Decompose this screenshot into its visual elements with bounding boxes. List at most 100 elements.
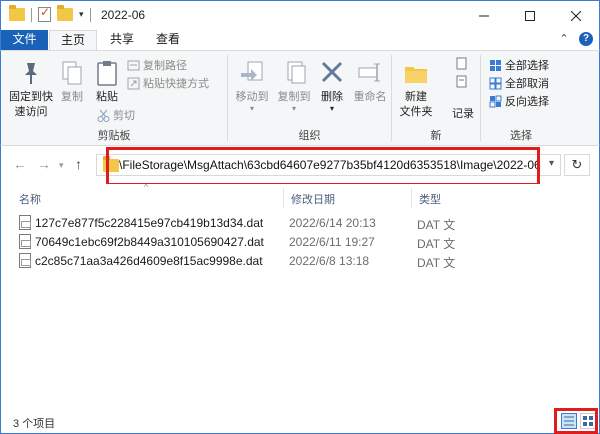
new-folder-icon [403,59,429,87]
delete-label: 删除 [321,91,343,103]
new-item-icon [455,57,468,70]
move-to-label: 移动到 [235,91,269,103]
rename-button[interactable]: 重命名 [350,59,390,105]
pin-label-line1: 固定到快 [9,91,53,103]
invert-selection-button[interactable]: 反向选择 [489,93,549,109]
invert-selection-label: 反向选择 [505,96,549,108]
address-bar[interactable]: \FileStorage\MsgAttach\63cbd64607e9277b3… [96,154,561,176]
paste-button[interactable]: 粘贴 [91,59,123,105]
copy-to-label: 复制到 [277,91,311,103]
folder-icon [103,156,119,172]
copy-path-label: 复制路径 [143,60,187,72]
file-row[interactable]: c2c85c71aa3a426d4609e8f15ac9998e.dat 202… [11,251,591,271]
column-type-label: 类型 [419,194,441,206]
quick-access-toolbar: ▾ [9,5,91,22]
select-all-label: 全部选择 [505,60,549,72]
folder-icon [9,5,25,21]
dat-file-icon [19,234,31,249]
maximize-button[interactable] [507,1,553,30]
new-item-button[interactable] [444,57,478,75]
tab-file[interactable]: 文件 [1,30,48,50]
column-divider [411,188,412,208]
rename-icon [357,59,383,87]
window-title: 2022-06 [101,8,146,22]
copy-to-icon [281,59,307,87]
copy-to-button[interactable]: 复制到 ▾ [274,59,314,113]
file-row[interactable]: 127c7e877f5c228415e97cb419b13d34.dat 202… [11,213,591,233]
file-row[interactable]: 70649c1ebc69f2b8449a310105690427.dat 202… [11,232,591,252]
file-name: c2c85c71aa3a426d4609e8f15ac9998e.dat [35,254,263,268]
cut-label: 剪切 [113,110,135,122]
column-date-label: 修改日期 [291,194,335,206]
recent-locations-chevron-icon[interactable]: ▾ [59,160,64,171]
title-bar: ▾ 2022-06 [0,0,600,30]
file-type: DAT 文 [417,218,456,232]
delete-chevron-icon: ▾ [329,104,334,113]
pin-label-line2: 速访问 [14,106,48,118]
select-none-icon [489,77,502,90]
select-none-button[interactable]: 全部取消 [489,75,549,91]
file-type: DAT 文 [417,237,456,251]
up-arrow-icon[interactable]: ↑ [75,156,82,172]
properties-icon[interactable] [38,5,51,22]
file-date: 2022/6/11 19:27 [289,235,375,249]
copy-to-chevron-icon: ▾ [291,104,296,113]
item-count: 3 个项目 [13,418,56,430]
clipboard-group-label: 剪贴板 [97,130,131,142]
delete-button[interactable]: 删除 ▾ [316,59,348,113]
close-button[interactable] [553,1,599,30]
minimize-button[interactable] [461,1,507,30]
clipboard-group: 固定到快 速访问 复制 粘贴 复制路径 粘贴快捷方式 剪切 剪贴板 [1,51,227,145]
copy-button[interactable]: 复制 [57,59,87,105]
column-header-name[interactable]: 名称 [19,191,41,207]
window-controls [461,1,599,30]
select-all-button[interactable]: 全部选择 [489,57,549,73]
invert-selection-icon [489,95,502,108]
column-header-type[interactable]: 类型 [419,191,441,207]
select-group: 全部选择 全部取消 反向选择 选择 [481,51,561,145]
view-buttons-highlight-box [554,408,598,434]
forward-arrow-icon[interactable]: → [37,156,51,172]
select-all-icon [489,59,502,72]
customize-toolbar-chevron-icon[interactable]: ▾ [79,9,84,20]
address-path[interactable]: \FileStorage\MsgAttach\63cbd64607e9277b3… [119,158,541,172]
address-history-chevron-icon[interactable]: ▾ [549,158,554,169]
copy-icon [59,59,85,87]
maximize-icon [525,10,535,21]
file-date: 2022/6/14 20:13 [289,216,376,230]
ribbon-controls: ⌃ ? [557,32,593,46]
move-to-icon [239,59,265,87]
record-label: 记录 [452,108,474,120]
copy-label: 复制 [61,91,83,103]
record-button[interactable]: 记录 [452,105,474,121]
tab-share[interactable]: 共享 [101,30,143,50]
paste-icon [94,59,120,87]
collapse-ribbon-chevron-icon[interactable]: ⌃ [557,32,571,46]
paste-shortcut-icon [127,77,140,90]
sort-caret-icon: ^ [144,182,149,192]
copy-path-button[interactable]: 复制路径 [127,57,187,73]
tab-view[interactable]: 查看 [147,30,189,50]
new-folder-label-line2: 文件夹 [399,106,433,118]
file-list: 名称 ^ 修改日期 类型 127c7e877f5c228415e97cb419b… [0,182,600,410]
file-type: DAT 文 [417,256,456,270]
tab-home[interactable]: 主页 [49,30,97,50]
refresh-button[interactable]: ↻ [564,154,590,176]
back-arrow-icon[interactable]: ← [13,156,27,172]
new-folder-button[interactable]: 新建 文件夹 [396,59,436,120]
paste-shortcut-button[interactable]: 粘贴快捷方式 [127,75,209,91]
ribbon-tabs: 文件 主页 共享 查看 ⌃ ? [0,30,600,50]
file-name: 70649c1ebc69f2b8449a310105690427.dat [35,235,264,249]
navigation-bar: ← → ▾ ↑ \FileStorage\MsgAttach\63cbd6460… [0,146,600,184]
column-header-date[interactable]: 修改日期 [291,191,335,207]
cut-button[interactable]: 剪切 [97,107,135,123]
close-icon [571,10,581,21]
column-name-label: 名称 [19,194,41,206]
select-none-label: 全部取消 [505,78,549,90]
move-to-button[interactable]: 移动到 ▾ [232,59,272,113]
help-icon[interactable]: ? [579,32,593,46]
new-folder-icon[interactable] [57,5,73,21]
pin-to-quick-access-button[interactable]: 固定到快 速访问 [7,59,55,120]
minimize-icon [479,15,489,16]
easy-access-button[interactable] [444,75,478,93]
